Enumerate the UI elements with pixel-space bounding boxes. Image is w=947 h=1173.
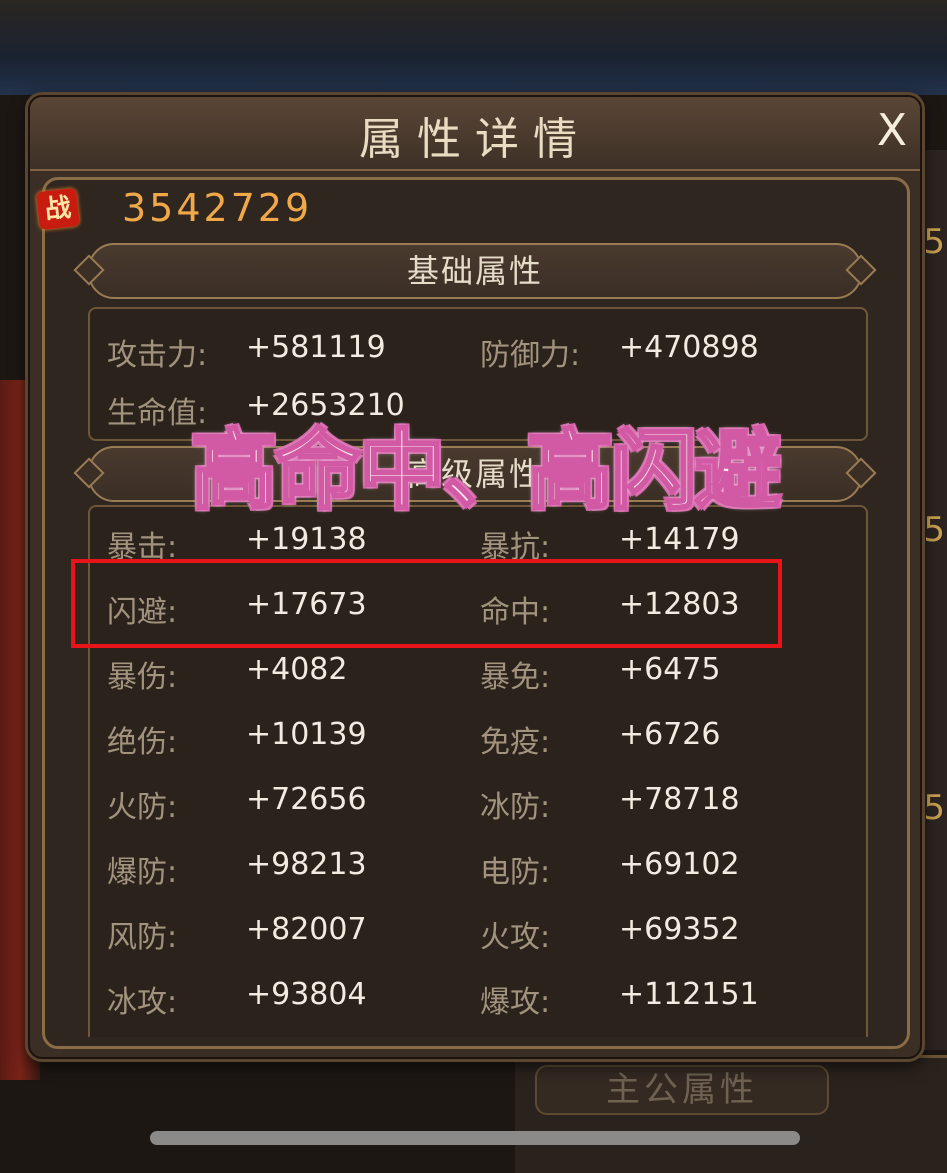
dialog-title: 属性详情 [359, 114, 591, 165]
side-number: 5 [923, 510, 945, 550]
stat-label-blast-defense: 爆防: [107, 855, 178, 890]
stat-label-wind-defense: 风防: [107, 920, 178, 955]
stat-label-attack: 攻击力: [107, 338, 208, 373]
home-indicator[interactable] [150, 1131, 800, 1145]
tab-lord-attributes[interactable]: 主公属性 [535, 1065, 829, 1115]
stat-value-electric-defense: +69102 [619, 847, 740, 882]
stat-value-immunity: +6726 [619, 717, 721, 752]
stat-value-crit-immune: +6475 [619, 652, 721, 687]
stat-label-electric-defense: 电防: [480, 855, 551, 890]
section-header-basic: 基础属性 [88, 243, 862, 299]
stat-label-fire-defense: 火防: [107, 790, 178, 825]
stat-value-ice-attack: +93804 [246, 977, 367, 1012]
overlay-caption: 高命中、高闪避 [190, 420, 783, 523]
stat-value-absolute-damage: +10139 [246, 717, 367, 752]
stat-value-crit-resist: +14179 [619, 522, 740, 557]
stat-value-fire-defense: +72656 [246, 782, 367, 817]
stat-value-blast-defense: +98213 [246, 847, 367, 882]
stat-label-ice-defense: 冰防: [480, 790, 551, 825]
stat-value-ice-defense: +78718 [619, 782, 740, 817]
side-number: 5 [923, 788, 945, 828]
dodge-hit-highlight-box [71, 559, 782, 648]
stat-value-crit-damage: +4082 [246, 652, 348, 687]
stat-label-fire-attack: 火攻: [480, 920, 551, 955]
stat-label-immunity: 免疫: [480, 725, 551, 760]
dialog-title-bar: 属性详情 X [30, 97, 920, 171]
stat-value-defense: +470898 [619, 330, 759, 365]
stat-label-absolute-damage: 绝伤: [107, 725, 178, 760]
close-button[interactable]: X [870, 107, 914, 155]
background-scene-top [0, 0, 947, 95]
side-number: 5 [923, 222, 945, 262]
stat-label-defense: 防御力: [480, 338, 581, 373]
stat-label-crit-immune: 暴免: [480, 660, 551, 695]
stat-value-blast-attack: +112151 [619, 977, 759, 1012]
stat-value-crit: +19138 [246, 522, 367, 557]
stat-value-attack: +581119 [246, 330, 386, 365]
combat-power-icon: 战 [36, 188, 80, 230]
combat-power-value: 3542729 [122, 186, 313, 230]
stat-value-fire-attack: +69352 [619, 912, 740, 947]
stat-label-blast-attack: 爆攻: [480, 985, 551, 1020]
stat-label-crit-damage: 暴伤: [107, 660, 178, 695]
stat-label-ice-attack: 冰攻: [107, 985, 178, 1020]
stat-value-wind-defense: +82007 [246, 912, 367, 947]
